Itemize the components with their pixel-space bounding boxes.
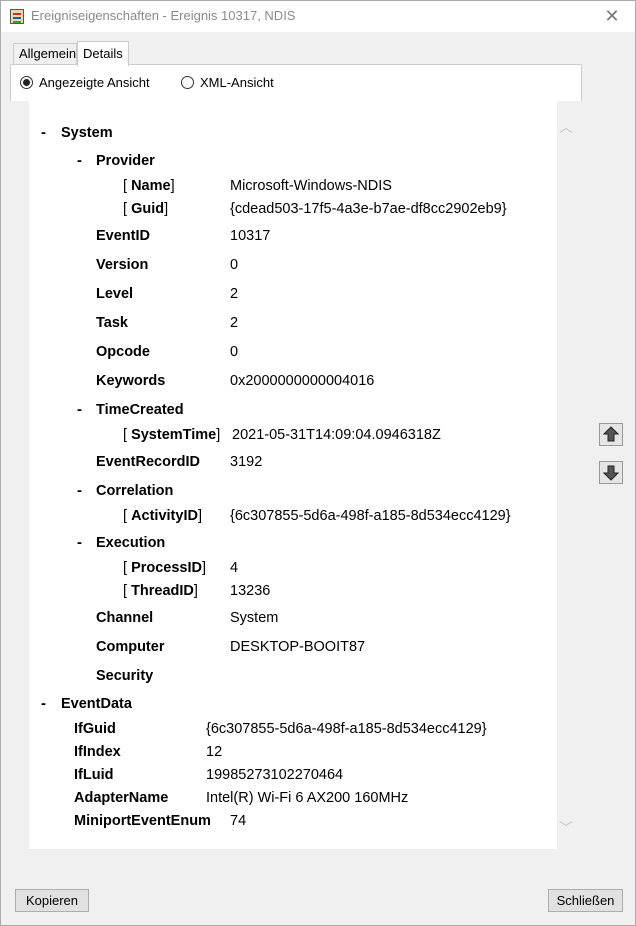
radio-friendly-view-label: Angezeigte Ansicht	[39, 75, 150, 90]
value-eventid: 10317	[230, 228, 271, 244]
previous-event-button[interactable]	[599, 423, 623, 446]
collapse-timecreated-toggle[interactable]: -	[77, 401, 82, 418]
node-timecreated: TimeCreated	[96, 402, 184, 418]
value-computer: DESKTOP-BOOIT87	[230, 639, 366, 655]
key-level: Level	[96, 286, 134, 302]
value-eventrecordid: 3192	[230, 454, 263, 470]
tab-general[interactable]: Allgemein	[13, 43, 77, 65]
key-opcode: Opcode	[96, 344, 150, 360]
node-system: System	[61, 125, 113, 141]
window-title: Ereigniseigenschaften - Ereignis 10317, …	[31, 8, 296, 23]
viewer-frame-right	[557, 101, 582, 865]
key-keywords: Keywords	[96, 373, 166, 389]
key-channel: Channel	[96, 610, 154, 626]
key-eventrecordid: EventRecordID	[96, 454, 200, 470]
radio-xml-view[interactable]: XML-Ansicht	[181, 75, 274, 90]
value-miniporteventenum: 74	[230, 813, 247, 829]
key-miniporteventenum: MiniportEventEnum	[74, 813, 211, 829]
node-provider: Provider	[96, 153, 155, 169]
attr-name-value: Microsoft-Windows-NDIS	[230, 178, 392, 194]
scroll-up-chevron-icon[interactable]: ︿	[558, 117, 574, 135]
attr-systemtime-value: 2021-05-31T14:09:04.0946318Z	[232, 427, 441, 443]
node-correlation: Correlation	[96, 483, 174, 499]
arrow-up-icon	[603, 426, 619, 442]
key-security: Security	[96, 668, 154, 684]
value-opcode: 0	[230, 344, 239, 360]
attr-systemtime-key: [ SystemTime]	[123, 427, 221, 443]
key-ifluid: IfLuid	[74, 767, 114, 783]
attr-activityid-key: [ ActivityID]	[123, 508, 202, 524]
key-computer: Computer	[96, 639, 165, 655]
copy-button[interactable]: Kopieren	[15, 889, 89, 912]
attr-processid-key: [ ProcessID]	[123, 560, 207, 576]
close-button[interactable]: Schließen	[548, 889, 623, 912]
attr-activityid-value: {6c307855-5d6a-498f-a185-8d534ecc4129}	[230, 508, 511, 524]
attr-processid-value: 4	[230, 560, 239, 576]
radio-checked-icon	[20, 76, 33, 89]
event-viewer-app-icon	[10, 9, 24, 24]
attr-threadid-key: [ ThreadID]	[123, 583, 198, 599]
node-execution: Execution	[96, 535, 166, 551]
value-version: 0	[230, 257, 239, 273]
value-ifindex: 12	[206, 744, 223, 760]
key-ifindex: IfIndex	[74, 744, 121, 760]
tab-details[interactable]: Details	[77, 41, 129, 66]
radio-xml-view-label: XML-Ansicht	[200, 75, 274, 90]
next-event-button[interactable]	[599, 461, 623, 484]
window-close-button[interactable]: ✕	[589, 1, 635, 32]
collapse-execution-toggle[interactable]: -	[77, 534, 82, 551]
radio-unchecked-icon	[181, 76, 194, 89]
value-ifluid: 19985273102270464	[206, 767, 344, 783]
attr-guid-key: [ Guid]	[123, 201, 169, 217]
scroll-down-chevron-icon[interactable]: ﹀	[558, 818, 574, 836]
radio-friendly-view[interactable]: Angezeigte Ansicht	[20, 75, 150, 90]
title-bar[interactable]: Ereigniseigenschaften - Ereignis 10317, …	[1, 1, 635, 32]
collapse-correlation-toggle[interactable]: -	[77, 482, 82, 499]
attr-threadid-value: 13236	[230, 583, 271, 599]
key-ifguid: IfGuid	[74, 721, 116, 737]
attr-name-key: [ Name]	[123, 178, 175, 194]
value-ifguid: {6c307855-5d6a-498f-a185-8d534ecc4129}	[206, 721, 487, 737]
value-level: 2	[230, 286, 239, 302]
value-adaptername: Intel(R) Wi-Fi 6 AX200 160MHz	[206, 790, 409, 806]
attr-guid-value: {cdead503-17f5-4a3e-b7ae-df8cc2902eb9}	[230, 201, 507, 217]
arrow-down-icon	[603, 465, 619, 481]
viewer-frame-bottom	[10, 849, 582, 865]
key-eventid: EventID	[96, 228, 150, 244]
viewer-frame-left	[10, 101, 29, 865]
value-task: 2	[230, 315, 239, 331]
collapse-eventdata-toggle[interactable]: -	[41, 695, 46, 712]
key-adaptername: AdapterName	[74, 790, 169, 806]
collapse-system-toggle[interactable]: -	[41, 124, 46, 141]
key-version: Version	[96, 257, 149, 273]
collapse-provider-toggle[interactable]: -	[77, 152, 82, 169]
node-eventdata: EventData	[61, 696, 132, 712]
key-task: Task	[96, 315, 128, 331]
value-channel: System	[230, 610, 279, 626]
event-properties-window: Ereigniseigenschaften - Ereignis 10317, …	[0, 0, 636, 926]
value-keywords: 0x2000000000004016	[230, 373, 375, 389]
